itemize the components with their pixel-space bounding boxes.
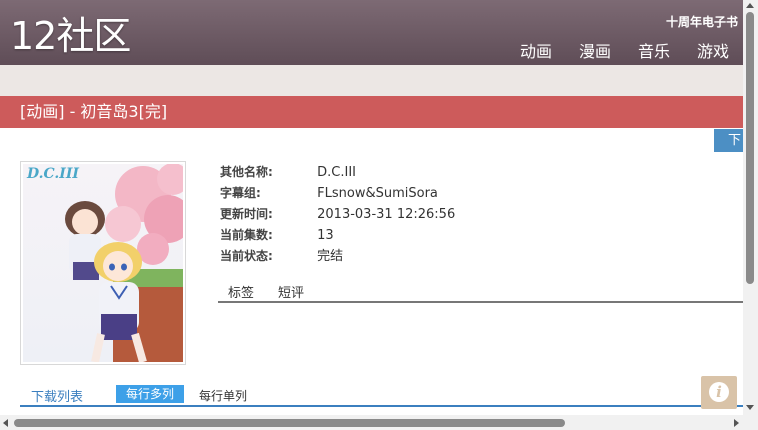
info-button[interactable]: i bbox=[701, 376, 737, 409]
download-list-label[interactable]: 下载列表 bbox=[31, 386, 83, 405]
page-title-bar: [动画] - 初音岛3[完] bbox=[0, 96, 743, 128]
nav-item-games[interactable]: 游戏 bbox=[697, 38, 729, 62]
poster: D.C.III bbox=[20, 161, 186, 365]
poster-image bbox=[23, 164, 183, 362]
page-title: [动画] - 初音岛3[完] bbox=[20, 102, 168, 121]
vertical-scrollbar[interactable] bbox=[743, 0, 758, 415]
info-icon: i bbox=[709, 382, 729, 402]
view-multi-column-button[interactable]: 每行多列 bbox=[116, 385, 184, 403]
anniversary-ebook-link[interactable]: 十周年电子书 bbox=[666, 13, 738, 30]
nav-item-music[interactable]: 音乐 bbox=[638, 38, 670, 62]
tab-reviews[interactable]: 短评 bbox=[278, 282, 304, 301]
info-row: 当前状态: 完结 bbox=[220, 246, 455, 267]
download-list-header: 下载列表 每行多列 每行单列 bbox=[0, 384, 743, 406]
info-key: 更新时间: bbox=[220, 207, 273, 221]
site-header: 12社区 十周年电子书 动画 漫画 音乐 游戏 bbox=[0, 0, 743, 65]
anime-info: 其他名称: D.C.III 字幕组: FLsnow&SumiSora 更新时间:… bbox=[220, 162, 455, 267]
info-row: 其他名称: D.C.III bbox=[220, 162, 455, 183]
download-list-divider bbox=[20, 405, 743, 407]
info-key: 其他名称: bbox=[220, 165, 273, 179]
main-nav: 动画 漫画 音乐 游戏 bbox=[520, 38, 729, 62]
scroll-right-icon[interactable] bbox=[734, 419, 739, 427]
scroll-up-icon[interactable] bbox=[746, 3, 754, 8]
horizontal-scroll-thumb[interactable] bbox=[14, 419, 565, 427]
info-key: 当前状态: bbox=[220, 249, 273, 263]
info-value: FLsnow&SumiSora bbox=[317, 186, 438, 201]
tab-tags[interactable]: 标签 bbox=[228, 282, 254, 301]
nav-item-anime[interactable]: 动画 bbox=[520, 38, 552, 62]
poster-logo: D.C.III bbox=[27, 166, 79, 182]
horizontal-scrollbar[interactable] bbox=[0, 415, 743, 430]
info-value: D.C.III bbox=[317, 165, 356, 180]
header-band bbox=[0, 65, 743, 96]
info-key: 字幕组: bbox=[220, 186, 261, 200]
info-row: 字幕组: FLsnow&SumiSora bbox=[220, 183, 455, 204]
vertical-scroll-thumb[interactable] bbox=[746, 12, 754, 284]
scrollbar-corner bbox=[743, 415, 758, 430]
info-row: 更新时间: 2013-03-31 12:26:56 bbox=[220, 204, 455, 225]
site-logo[interactable]: 12社区 bbox=[10, 12, 131, 60]
nav-item-manga[interactable]: 漫画 bbox=[579, 38, 611, 62]
info-value: 13 bbox=[317, 228, 334, 243]
scroll-left-icon[interactable] bbox=[3, 419, 8, 427]
view-single-column-button[interactable]: 每行单列 bbox=[199, 387, 247, 404]
info-row: 当前集数: 13 bbox=[220, 225, 455, 246]
download-button-label: 下 bbox=[728, 133, 742, 148]
info-subtabs: 标签 短评 bbox=[218, 282, 743, 303]
scroll-down-icon[interactable] bbox=[746, 405, 754, 410]
info-value: 2013-03-31 12:26:56 bbox=[317, 207, 456, 222]
download-button[interactable]: 下 bbox=[714, 129, 743, 152]
info-key: 当前集数: bbox=[220, 228, 273, 242]
info-value: 完结 bbox=[317, 249, 344, 264]
